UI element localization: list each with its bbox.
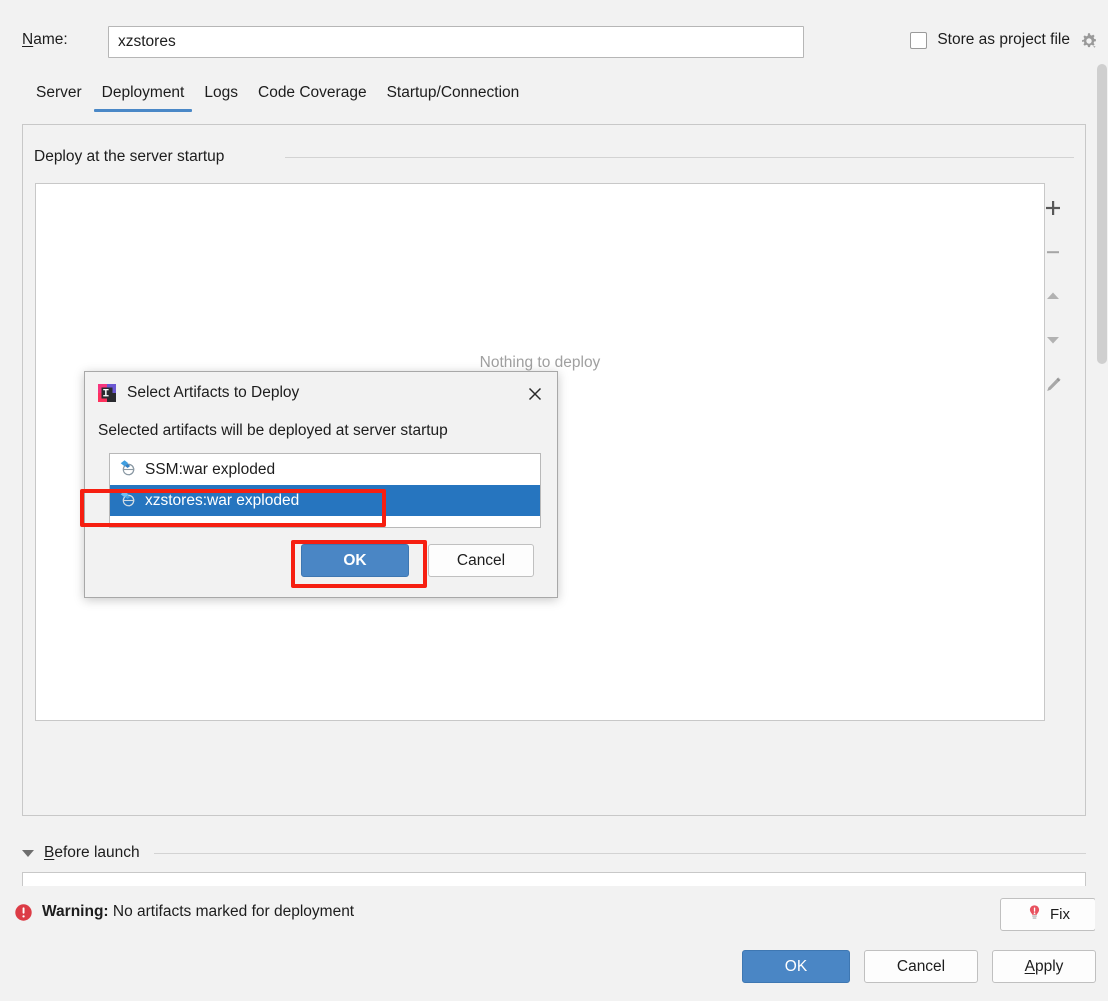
minus-icon[interactable]: [1038, 239, 1068, 265]
error-circle-icon: [14, 903, 33, 926]
pencil-icon[interactable]: [1038, 371, 1068, 397]
store-as-project-file-checkbox[interactable]: [910, 31, 928, 49]
modal-subtitle: Selected artifacts will be deployed at s…: [98, 422, 448, 439]
deploy-group-title: Deploy at the server startup: [34, 148, 235, 166]
modal-cancel-button[interactable]: Cancel: [428, 544, 534, 577]
modal-titlebar: Select Artifacts to Deploy: [85, 372, 557, 414]
before-launch-mnemonic: B: [44, 844, 55, 861]
scrollbar-thumb[interactable]: [1097, 64, 1107, 364]
arrow-up-icon[interactable]: [1038, 283, 1068, 309]
select-artifacts-dialog: Select Artifacts to Deploy Selected arti…: [84, 371, 558, 598]
ok-button[interactable]: OK: [742, 950, 850, 983]
apply-mnemonic: A: [1024, 957, 1035, 975]
intellij-idea-logo-icon: [97, 383, 117, 403]
run-debug-configurations-dialog: Name: Store as project file Server Deplo…: [0, 0, 1108, 1001]
artifact-label: xzstores:war exploded: [145, 491, 300, 509]
before-launch-task-list[interactable]: [22, 872, 1086, 886]
artifact-label: SSM:war exploded: [145, 460, 276, 478]
list-item[interactable]: SSM:war exploded: [110, 454, 540, 485]
tab-code-coverage[interactable]: Code Coverage: [248, 78, 377, 112]
before-launch-divider: [153, 852, 1086, 854]
artifact-selection-list[interactable]: SSM:war exploded xzstores:war exploded: [109, 453, 541, 528]
empty-list-message: Nothing to deploy: [479, 354, 601, 371]
name-field-label: Name:: [22, 31, 68, 49]
triangle-down-icon[interactable]: [22, 849, 34, 857]
list-item[interactable]: xzstores:war exploded: [110, 485, 540, 516]
modal-ok-button[interactable]: OK: [301, 544, 409, 577]
before-launch-label: Before launch: [44, 844, 140, 862]
apply-button[interactable]: Apply: [992, 950, 1096, 983]
warning-prefix: Warning:: [42, 903, 109, 920]
cancel-button[interactable]: Cancel: [864, 950, 978, 983]
dialog-button-bar: OK Cancel Apply: [0, 942, 1108, 1001]
fix-button[interactable]: Fix: [1000, 898, 1096, 931]
fix-button-label: Fix: [1050, 906, 1070, 923]
warning-message: Warning: No artifacts marked for deploym…: [42, 903, 354, 921]
lightbulb-error-icon: [1026, 904, 1043, 925]
store-as-project-file-label: Store as project file: [937, 31, 1070, 48]
name-row: Name: Store as project file: [0, 0, 1108, 68]
artifact-icon: [119, 459, 136, 481]
plus-icon[interactable]: [1038, 195, 1068, 221]
before-launch-label-rest: efore launch: [54, 844, 140, 861]
dialog-vertical-scrollbar[interactable]: [1095, 62, 1108, 942]
name-label-mnemonic: N: [22, 31, 34, 48]
group-divider: [285, 157, 1074, 158]
gear-icon[interactable]: [1078, 30, 1100, 52]
name-label-rest: ame:: [33, 31, 68, 48]
before-launch-section[interactable]: Before launch: [22, 838, 1086, 868]
tab-startup-connection[interactable]: Startup/Connection: [377, 78, 530, 112]
tab-server[interactable]: Server: [26, 78, 92, 112]
warning-detail: No artifacts marked for deployment: [112, 903, 355, 920]
apply-label-rest: pply: [1034, 957, 1064, 975]
close-icon[interactable]: [523, 382, 547, 406]
validation-warning-bar: Warning: No artifacts marked for deploym…: [0, 890, 1108, 938]
configuration-name-input[interactable]: [108, 26, 804, 58]
deploy-list-toolbar: [1033, 183, 1073, 721]
store-as-project-file-control[interactable]: Store as project file: [910, 31, 1070, 49]
artifact-icon: [119, 490, 136, 512]
configuration-tabs: Server Deployment Logs Code Coverage Sta…: [0, 78, 1108, 118]
tab-logs[interactable]: Logs: [194, 78, 248, 112]
tab-deployment[interactable]: Deployment: [92, 78, 195, 112]
modal-title: Select Artifacts to Deploy: [127, 384, 300, 401]
arrow-down-icon[interactable]: [1038, 327, 1068, 353]
